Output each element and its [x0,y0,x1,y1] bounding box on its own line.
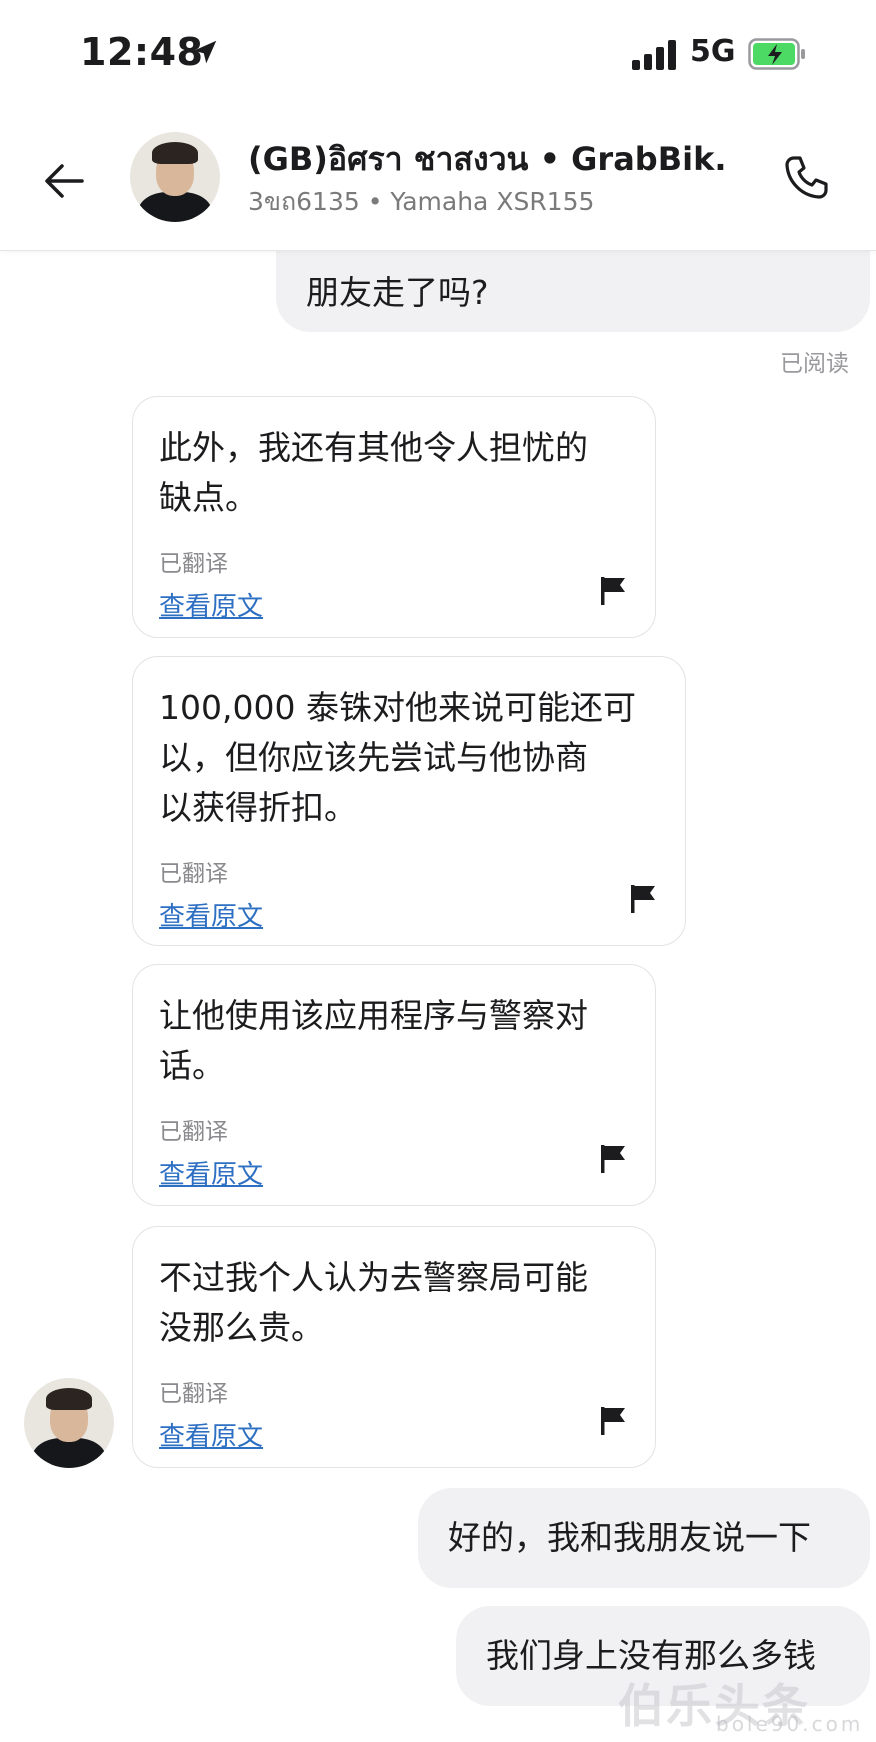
sender-avatar[interactable] [24,1378,114,1468]
location-arrow-icon [193,40,217,64]
status-time: 12:48 [80,30,204,74]
contact-name: (GB)อิศรา ชาสงวน • GrabBik... [248,140,728,178]
network-type: 5G [690,34,736,69]
view-original-link[interactable]: 查看原文 [159,900,263,934]
message-text: 不过我个人认为去警察局可能 没那么贵。 [159,1258,588,1347]
battery-charging-icon [748,38,805,70]
watermark-url: bole90.com [716,1712,864,1736]
message-text: 朋友走了吗? [306,273,489,312]
translated-label: 已翻译 [159,1119,228,1145]
signal-icon [632,40,676,70]
status-bar: 12:48 5G [0,0,876,110]
flag-icon[interactable] [599,1405,629,1437]
message-text: 让他使用该应用程序与警察对 话。 [159,996,588,1085]
message-text: 100,000 泰铢对他来说可能还可 以，但你应该先尝试与他协商 以获得折扣。 [159,688,636,827]
flag-icon[interactable] [629,883,659,915]
incoming-message: 此外，我还有其他令人担忧的 缺点。 已翻译 查看原文 [132,396,656,638]
message-text: 好的，我和我朋友说一下 [448,1518,811,1557]
driver-avatar[interactable] [130,132,220,222]
message-text: 此外，我还有其他令人担忧的 缺点。 [159,428,588,517]
translated-label: 已翻译 [159,1381,228,1407]
incoming-message: 让他使用该应用程序与警察对 话。 已翻译 查看原文 [132,964,656,1206]
translated-label: 已翻译 [159,861,228,887]
view-original-link[interactable]: 查看原文 [159,1158,263,1192]
back-arrow-icon[interactable] [40,156,90,206]
incoming-message: 100,000 泰铢对他来说可能还可 以，但你应该先尝试与他协商 以获得折扣。 … [132,656,686,946]
incoming-message: 不过我个人认为去警察局可能 没那么贵。 已翻译 查看原文 [132,1226,656,1468]
phone-icon[interactable] [780,152,832,204]
vehicle-info: 3ขถ6135 • Yamaha XSR155 [248,187,595,216]
outgoing-message: 好的，我和我朋友说一下 [418,1488,870,1588]
view-original-link[interactable]: 查看原文 [159,1420,263,1454]
translated-label: 已翻译 [159,551,228,577]
flag-icon[interactable] [599,575,629,607]
flag-icon[interactable] [599,1143,629,1175]
view-original-link[interactable]: 查看原文 [159,590,263,624]
read-receipt: 已阅读 [780,351,849,377]
chat-header: (GB)อิศรา ชาสงวน • GrabBik... 3ขถ6135 • … [0,110,876,251]
